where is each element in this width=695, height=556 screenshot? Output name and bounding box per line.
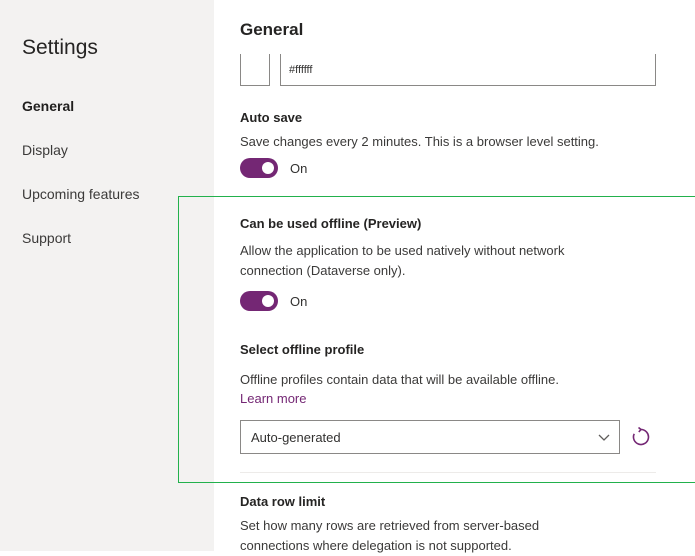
toggle-knob <box>262 162 274 174</box>
offline-profile-title: Select offline profile <box>240 342 365 357</box>
settings-main-panel: General Auto save Save changes every 2 m… <box>214 0 695 553</box>
toggle-knob <box>262 295 274 307</box>
auto-save-title: Auto save <box>240 110 303 125</box>
auto-save-toggle-switch[interactable] <box>240 158 278 178</box>
offline-description-line2: connection (Dataverse only). <box>240 263 406 278</box>
settings-sidebar: Settings General Display Upcoming featur… <box>0 0 214 551</box>
color-hex-input[interactable] <box>280 54 656 86</box>
sidebar-item-upcoming-features[interactable]: Upcoming features <box>22 186 140 202</box>
learn-more-link[interactable]: Learn more <box>240 391 306 406</box>
offline-toggle-switch[interactable] <box>240 291 278 311</box>
offline-toggle[interactable]: On <box>240 291 307 311</box>
offline-description-line1: Allow the application to be used nativel… <box>240 243 565 258</box>
offline-profile-selected: Auto-generated <box>251 430 341 445</box>
section-divider <box>240 472 656 473</box>
auto-save-description: Save changes every 2 minutes. This is a … <box>240 134 599 149</box>
offline-profile-dropdown[interactable]: Auto-generated <box>240 420 620 454</box>
sidebar-item-general[interactable]: General <box>22 98 74 114</box>
page-title: General <box>240 20 304 39</box>
auto-save-toggle[interactable]: On <box>240 158 307 178</box>
chevron-down-icon <box>598 434 610 441</box>
sidebar-item-display[interactable]: Display <box>22 142 68 158</box>
data-row-limit-title: Data row limit <box>240 494 326 509</box>
refresh-icon[interactable] <box>629 425 653 449</box>
offline-profile-description: Offline profiles contain data that will … <box>240 372 559 387</box>
data-row-limit-description-line1: Set how many rows are retrieved from ser… <box>240 518 540 533</box>
data-row-limit-description-line2: connections where delegation is not supp… <box>240 538 512 553</box>
offline-toggle-label: On <box>290 293 308 309</box>
offline-title: Can be used offline (Preview) <box>240 216 422 231</box>
auto-save-toggle-label: On <box>290 160 308 176</box>
color-swatch[interactable] <box>240 54 270 86</box>
sidebar-title: Settings <box>22 36 98 59</box>
sidebar-item-support[interactable]: Support <box>22 230 71 246</box>
